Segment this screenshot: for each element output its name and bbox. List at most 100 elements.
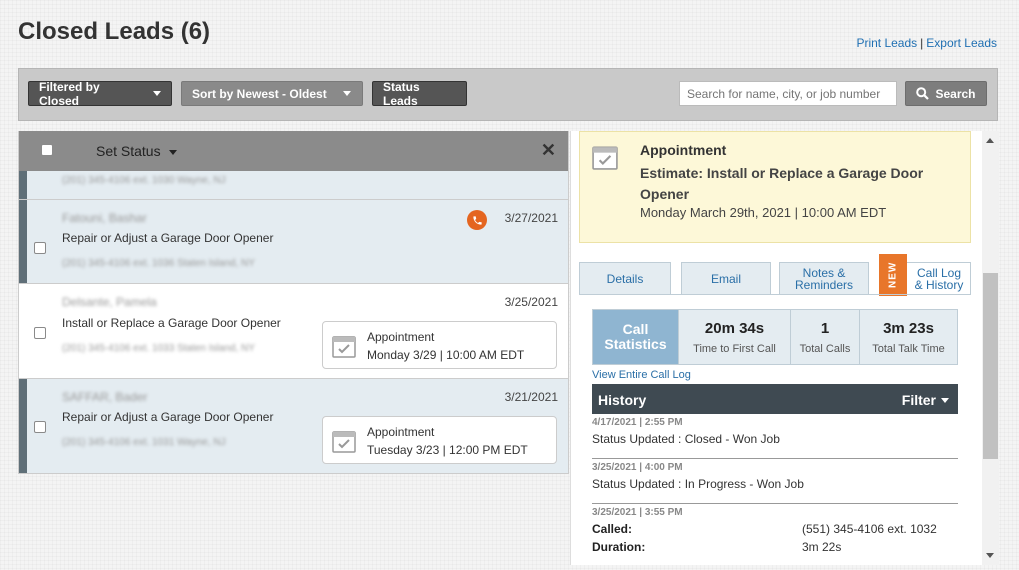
appointment-time: Monday 3/29 | 10:00 AM EDT (367, 348, 525, 362)
history-entry: 3/25/2021 | 4:00 PM Status Updated : In … (592, 462, 958, 491)
appointment-heading: Appointment (640, 142, 727, 158)
appointment-card: Appointment Estimate: Install or Replace… (579, 131, 971, 243)
set-status-bar: Set Status ✕ (19, 131, 568, 171)
set-status-label: Set Status (96, 143, 161, 159)
history-filter-button[interactable]: Filter (902, 392, 936, 408)
calendar-check-icon (332, 431, 356, 453)
appointment-box[interactable]: Appointment Monday 3/29 | 10:00 AM EDT (322, 321, 557, 369)
print-leads-link[interactable]: Print Leads (856, 36, 917, 50)
status-leads-label: Status Leads (383, 79, 420, 108)
stat-total-calls: 1 Total Calls (790, 310, 859, 364)
lead-name: SAFFAR, Bader (62, 390, 148, 404)
stat-label: Time to First Call (693, 342, 776, 355)
sort-dropdown[interactable]: Sort by Newest - Oldest (181, 81, 363, 106)
close-icon[interactable]: ✕ (541, 140, 556, 161)
link-separator: | (920, 36, 924, 50)
history-timestamp: 3/25/2021 | 3:55 PM (592, 507, 683, 518)
tab-details[interactable]: Details (579, 262, 671, 295)
stat-value: 1 (820, 319, 830, 337)
scrollbar-thumb[interactable] (983, 273, 998, 459)
leads-list: Set Status ✕ (201) 345-4106 ext. 1030 Wa… (18, 131, 569, 474)
selection-stripe (19, 200, 27, 283)
history-divider (592, 503, 958, 504)
row-checkbox[interactable] (34, 327, 46, 339)
appointment-datetime: Monday March 29th, 2021 | 10:00 AM EDT (640, 205, 887, 220)
row-checkbox[interactable] (34, 421, 46, 433)
duration-label: Duration: (592, 540, 646, 554)
sort-dropdown-label: Sort by Newest - Oldest (192, 86, 327, 101)
lead-name: Fatouni, Bashar (62, 211, 147, 225)
list-item[interactable]: Fatouni, Bashar Repair or Adjust a Garag… (19, 200, 568, 284)
history-text: Status Updated : In Progress - Won Job (592, 477, 804, 491)
chevron-down-icon (153, 91, 161, 96)
appointment-label: Appointment (367, 425, 435, 439)
tab-email-label: Email (710, 272, 741, 286)
search-button[interactable]: Search (905, 81, 987, 106)
lead-detail-panel: Appointment Estimate: Install or Replace… (570, 131, 999, 565)
history-divider (592, 458, 958, 459)
phone-icon[interactable] (467, 210, 487, 230)
search-button-label: Search (935, 86, 976, 101)
export-leads-link[interactable]: Export Leads (926, 36, 997, 50)
lead-job-type: Repair or Adjust a Garage Door Opener (62, 410, 274, 424)
chevron-down-icon (342, 91, 351, 96)
selection-stripe (19, 379, 27, 473)
history-header: History Filter (592, 384, 958, 414)
search-icon (916, 87, 930, 100)
history-timestamp: 3/25/2021 | 4:00 PM (592, 462, 683, 473)
tab-call-log-label: Call Log & History (914, 266, 964, 292)
history-entry: 4/17/2021 | 2:55 PM Status Updated : Clo… (592, 417, 958, 446)
lead-address: (201) 345-4106 ext. 1036 Staten Island, … (62, 258, 255, 269)
list-item[interactable]: Delsante, Pamela Install or Replace a Ga… (19, 284, 568, 379)
chevron-down-icon (168, 149, 177, 155)
chevron-down-icon (941, 398, 949, 403)
stat-value: 20m 34s (704, 319, 765, 337)
select-all-checkbox[interactable] (41, 144, 53, 156)
scroll-down-icon[interactable] (986, 553, 994, 558)
tab-notes-label: Notes & Reminders (794, 266, 854, 292)
appointment-title: Estimate: Install or Replace a Garage Do… (640, 165, 924, 202)
page-title: Closed Leads (6) (18, 18, 211, 45)
called-value: (551) 345-4106 ext. 1032 (802, 522, 937, 536)
history-timestamp: 4/17/2021 | 2:55 PM (592, 417, 683, 428)
stat-total-talk-time: 3m 23s Total Talk Time (859, 310, 957, 364)
lead-job-type: Repair or Adjust a Garage Door Opener (62, 231, 274, 245)
row-checkbox[interactable] (34, 242, 46, 254)
filter-dropdown[interactable]: Filtered by Closed (28, 79, 172, 108)
call-statistics-heading: Call Statistics (593, 310, 678, 364)
list-item[interactable]: SAFFAR, Bader Repair or Adjust a Garage … (19, 379, 568, 473)
new-badge: NEW (879, 254, 907, 296)
lead-name: Delsante, Pamela (62, 295, 157, 309)
lead-date: 3/27/2021 (504, 211, 558, 225)
lead-address: (201) 345-4106 ext. 1033 Staten Island, … (62, 343, 255, 354)
lead-date: 3/25/2021 (504, 295, 558, 309)
history-entry: 3/25/2021 | 3:55 PM (592, 507, 958, 518)
called-label: Called: (592, 522, 633, 536)
detail-scrollbar[interactable] (982, 131, 999, 565)
tab-divider (579, 294, 971, 295)
set-status-dropdown[interactable]: Set Status (96, 143, 177, 159)
search-input[interactable] (679, 81, 897, 106)
toolbar: Filtered by Closed Sort by Newest - Olde… (18, 68, 998, 121)
status-leads-button[interactable]: Status Leads (372, 79, 467, 108)
lead-address: (201) 345-4106 ext. 1030 Wayne, NJ (62, 175, 226, 186)
stat-label: Total Calls (799, 342, 851, 355)
filter-dropdown-label: Filtered by Closed (39, 79, 100, 108)
lead-address: (201) 345-4106 ext. 1031 Wayne, NJ (62, 437, 226, 448)
lead-job-type: Install or Replace a Garage Door Opener (62, 316, 281, 330)
call-statistics: Call Statistics 20m 34s Time to First Ca… (592, 309, 958, 365)
appointment-box[interactable]: Appointment Tuesday 3/23 | 12:00 PM EDT (322, 416, 557, 464)
view-call-log-link[interactable]: View Entire Call Log (592, 369, 691, 381)
calendar-check-icon (332, 336, 356, 358)
tab-email[interactable]: Email (681, 262, 771, 295)
calendar-check-icon (592, 146, 618, 170)
scroll-up-icon[interactable] (986, 138, 994, 143)
duration-value: 3m 22s (802, 540, 842, 554)
header-links: Print Leads | Export Leads (856, 36, 997, 50)
appointment-label: Appointment (367, 330, 435, 344)
tab-details-label: Details (606, 272, 644, 286)
tab-notes-reminders[interactable]: Notes & Reminders (779, 262, 869, 295)
stat-value: 3m 23s (883, 319, 934, 337)
lead-date: 3/21/2021 (504, 390, 558, 404)
stat-label: Total Talk Time (872, 342, 945, 355)
